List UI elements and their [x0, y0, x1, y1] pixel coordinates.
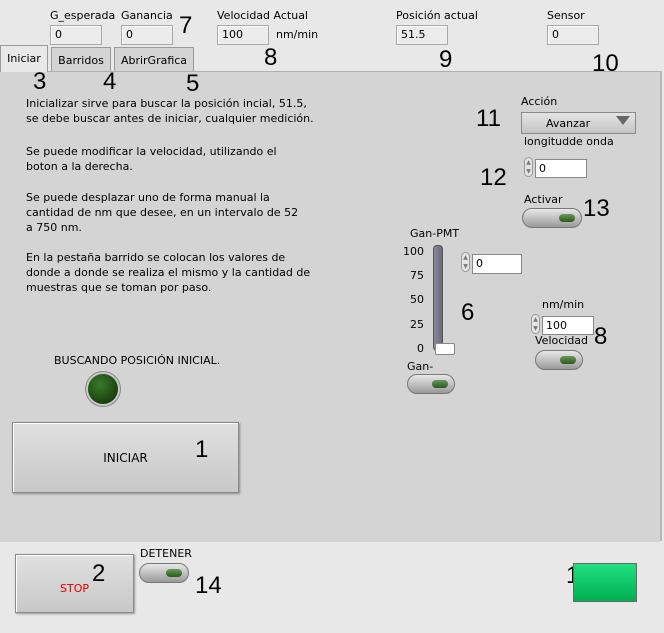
gan-pmt-input[interactable]: 0 — [472, 254, 522, 274]
ganancia-label: Ganancia — [121, 9, 173, 22]
accion-selected-value: Avanzar — [546, 117, 591, 130]
velocidad-toggle[interactable] — [535, 350, 583, 370]
velocidad-actual-label: Velocidad Actual — [217, 9, 308, 22]
status-indicator-led — [573, 563, 637, 602]
gan-pmt-spinner[interactable]: ▲ ▼ — [461, 252, 470, 272]
nm-min-input[interactable]: 100 — [542, 316, 594, 335]
velocidad-unit-label: nm/min — [276, 28, 319, 41]
nm-min-spinner[interactable]: ▲ ▼ — [531, 314, 540, 334]
gan-pmt-label: Gan-PMT — [410, 227, 460, 240]
panel-border — [660, 71, 662, 541]
help-paragraph-4: En la pestaña barrido se colocan los val… — [26, 251, 311, 294]
annotation-4: 4 — [103, 68, 117, 95]
slider-tick-75: 75 — [410, 269, 424, 282]
annotation-5: 5 — [186, 70, 200, 97]
detener-label: DETENER — [140, 547, 192, 560]
annotation-7: 7 — [179, 12, 193, 39]
annotation-9: 9 — [439, 46, 453, 73]
toggle-led-icon — [432, 380, 448, 388]
annotation-14: 14 — [195, 572, 222, 599]
help-paragraph-3: Se puede desplazar uno de forma manual l… — [26, 191, 299, 234]
longitud-label: longitudde onda — [524, 135, 614, 148]
slider-tick-25: 25 — [410, 318, 424, 331]
annotation-1: 1 — [195, 436, 209, 463]
sensor-indicator: 0 — [547, 25, 599, 45]
gan-toggle[interactable] — [407, 374, 455, 394]
tab-panel: Inicializar sirve para buscar la posició… — [0, 71, 660, 542]
velocidad-actual-indicator: 100 — [217, 25, 269, 45]
slider-tick-0: 0 — [417, 342, 424, 355]
ganancia-indicator: 0 — [121, 25, 173, 45]
status-text: BUSCANDO POSICIÓN INICIAL. — [54, 354, 221, 367]
nm-min-label: nm/min — [542, 298, 585, 311]
posicion-actual-label: Posición actual — [396, 9, 478, 22]
longitud-input[interactable]: 0 — [535, 159, 587, 178]
annotation-8-top: 8 — [264, 44, 278, 71]
annotation-8-right: 8 — [594, 323, 608, 350]
status-led — [88, 374, 118, 404]
gan-toggle-label: Gan- — [407, 360, 434, 373]
g-esperada-label: G_esperada — [50, 9, 116, 22]
g-esperada-indicator: 0 — [50, 25, 102, 45]
stop-button-label: STOP — [60, 582, 89, 595]
longitud-spinner[interactable]: ▲ ▼ — [524, 157, 533, 177]
stop-button[interactable]: STOP — [15, 554, 134, 613]
toggle-led-icon — [166, 569, 182, 577]
annotation-12: 12 — [480, 164, 507, 191]
detener-toggle[interactable] — [139, 563, 189, 583]
annotation-6: 6 — [461, 299, 475, 326]
accion-label: Acción — [521, 95, 558, 108]
help-paragraph-1: Inicializar sirve para buscar la posició… — [26, 97, 314, 125]
accion-dropdown[interactable]: Avanzar — [521, 112, 636, 134]
annotation-3: 3 — [33, 68, 47, 95]
annotation-11: 11 — [476, 105, 501, 132]
annotation-2: 2 — [92, 560, 106, 587]
slider-tick-50: 50 — [410, 293, 424, 306]
gan-pmt-slider-thumb[interactable] — [435, 343, 455, 355]
tab-barridos[interactable]: Barridos — [51, 47, 111, 71]
posicion-actual-indicator: 51.5 — [396, 25, 448, 45]
annotation-13: 13 — [583, 195, 610, 222]
help-paragraph-2: Se puede modificar la velocidad, utiliza… — [26, 145, 277, 173]
sensor-label: Sensor — [547, 9, 585, 22]
slider-tick-100: 100 — [403, 245, 424, 258]
gan-pmt-slider-track[interactable] — [433, 245, 443, 351]
tab-abrirgrafica[interactable]: AbrirGrafica — [114, 47, 194, 71]
toggle-led-icon — [559, 214, 575, 222]
iniciar-button-label: INICIAR — [103, 450, 148, 465]
toggle-led-icon — [560, 356, 576, 364]
activar-toggle[interactable] — [522, 208, 582, 228]
velocidad-toggle-label: Velocidad — [535, 334, 589, 347]
chevron-down-icon — [616, 116, 630, 125]
activar-label: Activar — [524, 193, 563, 206]
